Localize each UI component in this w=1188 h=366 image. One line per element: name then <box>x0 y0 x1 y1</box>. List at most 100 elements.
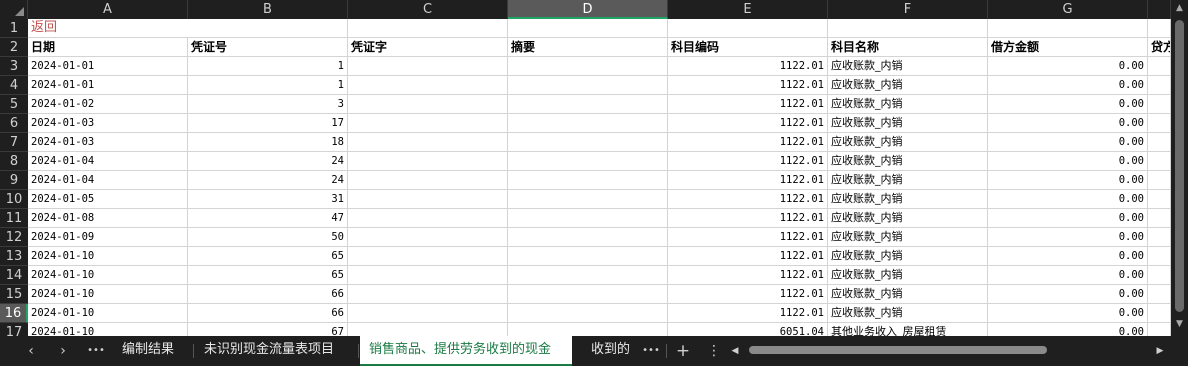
debit-cell[interactable]: 0.00 <box>988 76 1148 95</box>
account-code-cell[interactable]: 1122.01 <box>668 76 828 95</box>
scroll-down-icon[interactable]: ▼ <box>1171 316 1188 332</box>
date-cell[interactable]: 2024-01-04 <box>28 152 188 171</box>
date-cell[interactable]: 2024-01-08 <box>28 209 188 228</box>
credit-cell[interactable] <box>1148 133 1171 152</box>
debit-cell[interactable]: 0.00 <box>988 190 1148 209</box>
voucher-word-cell[interactable] <box>348 152 508 171</box>
voucher-no-cell[interactable]: 66 <box>188 285 348 304</box>
header-cell-voucher-word[interactable]: 凭证字 <box>348 38 508 57</box>
voucher-no-cell[interactable]: 65 <box>188 266 348 285</box>
credit-cell[interactable] <box>1148 304 1171 323</box>
row-header-3[interactable]: 3 <box>0 57 28 76</box>
account-code-cell[interactable]: 1122.01 <box>668 285 828 304</box>
account-name-cell[interactable]: 其他业务收入_房屋租赁 <box>828 323 988 336</box>
summary-cell[interactable] <box>508 133 668 152</box>
account-name-cell[interactable]: 应收账款_内销 <box>828 190 988 209</box>
account-code-cell[interactable]: 1122.01 <box>668 133 828 152</box>
account-code-cell[interactable]: 1122.01 <box>668 228 828 247</box>
debit-cell[interactable]: 0.00 <box>988 304 1148 323</box>
credit-cell[interactable] <box>1148 152 1171 171</box>
summary-cell[interactable] <box>508 95 668 114</box>
voucher-word-cell[interactable] <box>348 190 508 209</box>
empty-cell[interactable] <box>988 19 1148 38</box>
summary-cell[interactable] <box>508 228 668 247</box>
column-header-partial[interactable] <box>1148 0 1171 19</box>
sheet-tab-3[interactable]: 收到的 <box>582 336 631 364</box>
voucher-no-cell[interactable]: 67 <box>188 323 348 336</box>
voucher-word-cell[interactable] <box>348 285 508 304</box>
voucher-word-cell[interactable] <box>348 209 508 228</box>
debit-cell[interactable]: 0.00 <box>988 209 1148 228</box>
date-cell[interactable]: 2024-01-04 <box>28 171 188 190</box>
date-cell[interactable]: 2024-01-10 <box>28 247 188 266</box>
date-cell[interactable]: 2024-01-05 <box>28 190 188 209</box>
row-header-7[interactable]: 7 <box>0 133 28 152</box>
voucher-no-cell[interactable]: 1 <box>188 57 348 76</box>
empty-cell[interactable] <box>828 19 988 38</box>
date-cell[interactable]: 2024-01-03 <box>28 133 188 152</box>
summary-cell[interactable] <box>508 57 668 76</box>
row-header-6[interactable]: 6 <box>0 114 28 133</box>
account-name-cell[interactable]: 应收账款_内销 <box>828 152 988 171</box>
account-code-cell[interactable]: 1122.01 <box>668 95 828 114</box>
account-code-cell[interactable]: 1122.01 <box>668 304 828 323</box>
voucher-word-cell[interactable] <box>348 323 508 336</box>
date-cell[interactable]: 2024-01-10 <box>28 266 188 285</box>
voucher-no-cell[interactable]: 66 <box>188 304 348 323</box>
row-header-17[interactable]: 17 <box>0 323 28 336</box>
row-header-14[interactable]: 14 <box>0 266 28 285</box>
row-header-1[interactable]: 1 <box>0 19 28 38</box>
summary-cell[interactable] <box>508 171 668 190</box>
empty-cell[interactable] <box>668 19 828 38</box>
voucher-word-cell[interactable] <box>348 114 508 133</box>
header-cell-voucher-no[interactable]: 凭证号 <box>188 38 348 57</box>
credit-cell[interactable] <box>1148 190 1171 209</box>
debit-cell[interactable]: 0.00 <box>988 266 1148 285</box>
summary-cell[interactable] <box>508 323 668 336</box>
summary-cell[interactable] <box>508 152 668 171</box>
chevron-left-icon[interactable]: ‹ <box>20 336 42 366</box>
account-code-cell[interactable]: 1122.01 <box>668 171 828 190</box>
credit-cell[interactable] <box>1148 57 1171 76</box>
voucher-no-cell[interactable]: 1 <box>188 76 348 95</box>
credit-cell[interactable] <box>1148 285 1171 304</box>
voucher-no-cell[interactable]: 31 <box>188 190 348 209</box>
debit-cell[interactable]: 0.00 <box>988 171 1148 190</box>
voucher-word-cell[interactable] <box>348 133 508 152</box>
account-code-cell[interactable]: 1122.01 <box>668 152 828 171</box>
voucher-word-cell[interactable] <box>348 76 508 95</box>
voucher-no-cell[interactable]: 3 <box>188 95 348 114</box>
debit-cell[interactable]: 0.00 <box>988 228 1148 247</box>
account-code-cell[interactable]: 1122.01 <box>668 190 828 209</box>
back-link[interactable]: 返回 <box>28 19 188 38</box>
account-code-cell[interactable]: 6051.04 <box>668 323 828 336</box>
date-cell[interactable]: 2024-01-01 <box>28 76 188 95</box>
spreadsheet-grid[interactable]: ABCDEFG ▲ ▼ 1 2 3 4 5 6 7 8 9 10 11 12 13 14 15 16 17 返回日… <box>0 0 1188 336</box>
credit-cell[interactable] <box>1148 76 1171 95</box>
row-header-12[interactable]: 12 <box>0 228 28 247</box>
summary-cell[interactable] <box>508 285 668 304</box>
account-code-cell[interactable]: 1122.01 <box>668 114 828 133</box>
column-header-F[interactable]: F <box>828 0 988 19</box>
credit-cell[interactable] <box>1148 228 1171 247</box>
summary-cell[interactable] <box>508 114 668 133</box>
row-header-15[interactable]: 15 <box>0 285 28 304</box>
voucher-word-cell[interactable] <box>348 57 508 76</box>
add-sheet-icon[interactable]: + <box>672 336 694 366</box>
row-header-16[interactable]: 16 <box>0 304 28 323</box>
more-tabs-left-icon[interactable]: ••• <box>85 336 107 366</box>
account-name-cell[interactable]: 应收账款_内销 <box>828 247 988 266</box>
voucher-no-cell[interactable]: 17 <box>188 114 348 133</box>
row-header-5[interactable]: 5 <box>0 95 28 114</box>
vertical-scroll-thumb[interactable] <box>1175 20 1184 312</box>
scroll-up-icon[interactable]: ▲ <box>1171 0 1188 16</box>
account-name-cell[interactable]: 应收账款_内销 <box>828 209 988 228</box>
row-header-2[interactable]: 2 <box>0 38 28 57</box>
summary-cell[interactable] <box>508 304 668 323</box>
date-cell[interactable]: 2024-01-02 <box>28 95 188 114</box>
vertical-scrollbar[interactable]: ▲ ▼ <box>1171 0 1188 336</box>
more-tabs-right-icon[interactable]: ••• <box>640 336 662 366</box>
debit-cell[interactable]: 0.00 <box>988 285 1148 304</box>
voucher-word-cell[interactable] <box>348 247 508 266</box>
voucher-word-cell[interactable] <box>348 266 508 285</box>
